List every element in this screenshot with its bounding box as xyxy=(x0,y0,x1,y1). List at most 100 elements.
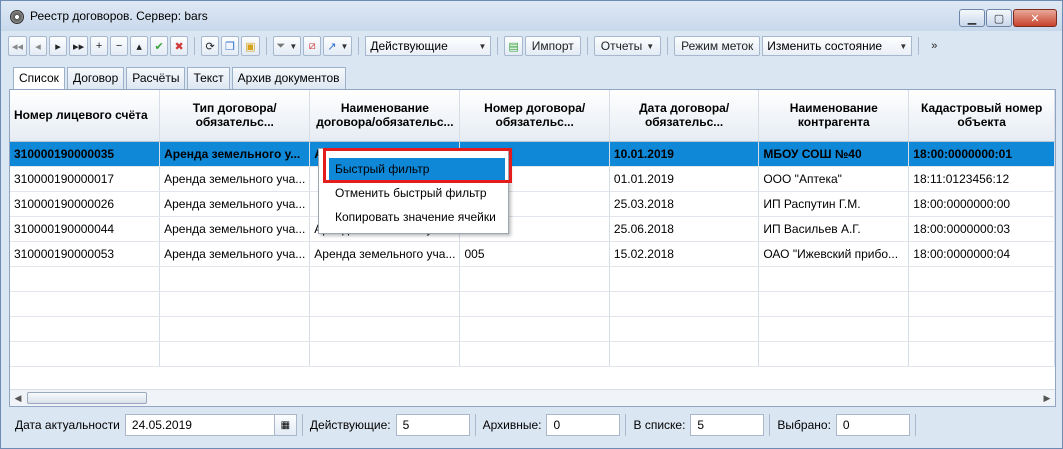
reports-button[interactable]: Отчеты ▼ xyxy=(593,36,662,56)
tab-contract[interactable]: Договор xyxy=(66,67,125,89)
table-cell[interactable]: 18:00:0000000:03 xyxy=(908,216,1055,242)
table-cell[interactable]: 310000190000026 xyxy=(10,191,161,217)
title-bar[interactable]: Реестр договоров. Сервер: bars ▁ ▢ ✕ xyxy=(1,1,1062,31)
tab-list[interactable]: Список xyxy=(13,67,65,90)
contracts-grid[interactable]: Номер лицевого счёта Тип договора/обязат… xyxy=(9,89,1056,407)
scroll-right-icon[interactable]: ▶ xyxy=(1039,390,1055,406)
delete-record-button[interactable]: − xyxy=(110,36,129,56)
maximize-button[interactable]: ▢ xyxy=(986,9,1012,27)
column-header-type[interactable]: Тип договора/обязательс... xyxy=(159,90,311,142)
table-row[interactable]: 310000190000017 Аренда земельного уча...… xyxy=(10,166,1055,192)
empty-cell xyxy=(459,266,610,292)
table-cell[interactable]: Аренда земельного уча... xyxy=(159,241,311,267)
change-state-select[interactable]: Изменить состояние ▼ xyxy=(762,36,913,56)
confirm-button[interactable]: ✔ xyxy=(150,36,169,56)
table-cell[interactable]: 310000190000044 xyxy=(10,216,161,242)
empty-cell xyxy=(309,341,461,367)
tab-documents-archive[interactable]: Архив документов xyxy=(231,67,346,89)
marks-mode-button[interactable]: Режим меток xyxy=(674,36,761,56)
table-row[interactable]: 310000190000053 Аренда земельного уча...… xyxy=(10,241,1055,267)
tab-calculations[interactable]: Расчёты xyxy=(126,67,186,89)
goto-button[interactable]: ↗ ▼ xyxy=(323,36,353,56)
table-cell[interactable]: 310000190000053 xyxy=(10,241,161,267)
empty-cell xyxy=(758,316,910,342)
table-cell[interactable]: Аренда земельного уча... xyxy=(159,166,311,192)
close-button[interactable]: ✕ xyxy=(1013,9,1057,27)
separator xyxy=(667,37,669,55)
column-header-cadastral[interactable]: Кадастровый номер объекта xyxy=(908,90,1055,142)
table-cell[interactable]: ООО "Аптека" xyxy=(758,166,910,192)
status-filter-value: Действующие xyxy=(370,39,448,53)
empty-row xyxy=(10,341,1055,367)
separator xyxy=(586,37,588,55)
status-filter-select[interactable]: Действующие ▼ xyxy=(365,36,492,56)
table-cell[interactable]: 18:00:0000000:01 xyxy=(908,141,1055,167)
column-header-date[interactable]: Дата договора/обязательс... xyxy=(609,90,760,142)
import-button[interactable]: Импорт xyxy=(524,36,581,56)
table-cell[interactable]: 01.01.2019 xyxy=(609,166,760,192)
table-cell[interactable]: Аренда земельного уча... xyxy=(309,241,461,267)
table-cell[interactable]: 15.02.2018 xyxy=(609,241,760,267)
table-cell[interactable]: Аренда земельного у... xyxy=(159,141,311,167)
table-row[interactable]: 310000190000035 Аренда земельного у... А… xyxy=(10,141,1055,167)
table-cell[interactable]: Аренда земельного уча... xyxy=(159,191,311,217)
table-row[interactable]: 310000190000044 Аренда земельного уча...… xyxy=(10,216,1055,242)
minus-icon: − xyxy=(115,40,123,52)
active-label: Действующие: xyxy=(309,418,391,432)
table-cell[interactable]: 18:11:0123456:12 xyxy=(908,166,1055,192)
empty-cell xyxy=(758,266,910,292)
copy-button[interactable]: ❐ xyxy=(221,36,240,56)
table-cell[interactable]: МБОУ СОШ №40 xyxy=(758,141,910,167)
column-header-account[interactable]: Номер лицевого счёта xyxy=(10,90,161,142)
export-button[interactable]: ▣ xyxy=(241,36,260,56)
column-header-number[interactable]: Номер договора/обязательс... xyxy=(459,90,610,142)
empty-cell xyxy=(309,316,461,342)
selected-count-field: 0 xyxy=(835,414,910,436)
table-cell[interactable]: 310000190000017 xyxy=(10,166,161,192)
add-record-button[interactable]: + xyxy=(90,36,109,56)
table-cell[interactable]: Аренда земельного уча... xyxy=(159,216,311,242)
move-up-button[interactable]: ▴ xyxy=(130,36,149,56)
table-cell[interactable]: 005 xyxy=(459,241,610,267)
highlight-annotation xyxy=(323,148,512,183)
menu-item-copy-cell-value[interactable]: Копировать значение ячейки xyxy=(329,206,505,228)
app-icon xyxy=(10,10,24,24)
archive-label: Архивные: xyxy=(482,418,542,432)
date-field[interactable]: 24.05.2019 xyxy=(124,414,275,436)
table-cell[interactable]: 18:00:0000000:00 xyxy=(908,191,1055,217)
toolbar-overflow-button[interactable]: » xyxy=(925,36,943,56)
menu-item-cancel-quick-filter[interactable]: Отменить быстрый фильтр xyxy=(329,182,505,204)
separator xyxy=(625,414,627,436)
first-record-button[interactable]: ◂◂ xyxy=(8,36,28,56)
column-header-counterparty[interactable]: Наименование контрагента xyxy=(758,90,910,142)
filter-button[interactable]: ⏷ ▼ xyxy=(272,36,302,56)
empty-row xyxy=(10,291,1055,317)
tab-text[interactable]: Текст xyxy=(187,67,230,89)
minimize-button[interactable]: ▁ xyxy=(959,9,985,27)
table-cell[interactable]: 310000190000035 xyxy=(10,141,161,167)
table-cell[interactable]: 18:00:0000000:04 xyxy=(908,241,1055,267)
separator xyxy=(301,414,303,436)
excel-button[interactable]: ▤ xyxy=(504,36,523,56)
refresh-button[interactable]: ⟳ xyxy=(201,36,220,56)
maximize-icon: ▢ xyxy=(993,12,1005,25)
last-record-button[interactable]: ▸▸ xyxy=(69,36,89,56)
prev-record-button[interactable]: ◂ xyxy=(29,36,48,56)
table-cell[interactable]: 10.01.2019 xyxy=(609,141,760,167)
next-record-button[interactable]: ▸ xyxy=(49,36,68,56)
date-label: Дата актуальности xyxy=(15,418,120,432)
scrollbar-thumb[interactable] xyxy=(27,392,147,404)
table-cell[interactable]: ОАО "Ижевский прибо... xyxy=(758,241,910,267)
table-row[interactable]: 310000190000026 Аренда земельного уча...… xyxy=(10,191,1055,217)
column-header-name[interactable]: Наименование договора/обязательс... xyxy=(309,90,461,142)
empty-cell xyxy=(459,291,610,317)
calendar-button[interactable]: ▦ xyxy=(274,414,297,436)
scroll-left-icon[interactable]: ◀ xyxy=(10,390,26,406)
table-cell[interactable]: 25.06.2018 xyxy=(609,216,760,242)
table-cell[interactable]: 25.03.2018 xyxy=(609,191,760,217)
horizontal-scrollbar[interactable]: ◀ ▶ xyxy=(10,389,1055,406)
clear-filter-button[interactable]: ⧄ xyxy=(303,36,322,56)
table-cell[interactable]: ИП Васильев А.Г. xyxy=(758,216,910,242)
cancel-button[interactable]: ✖ xyxy=(170,36,189,56)
table-cell[interactable]: ИП Распутин Г.М. xyxy=(758,191,910,217)
